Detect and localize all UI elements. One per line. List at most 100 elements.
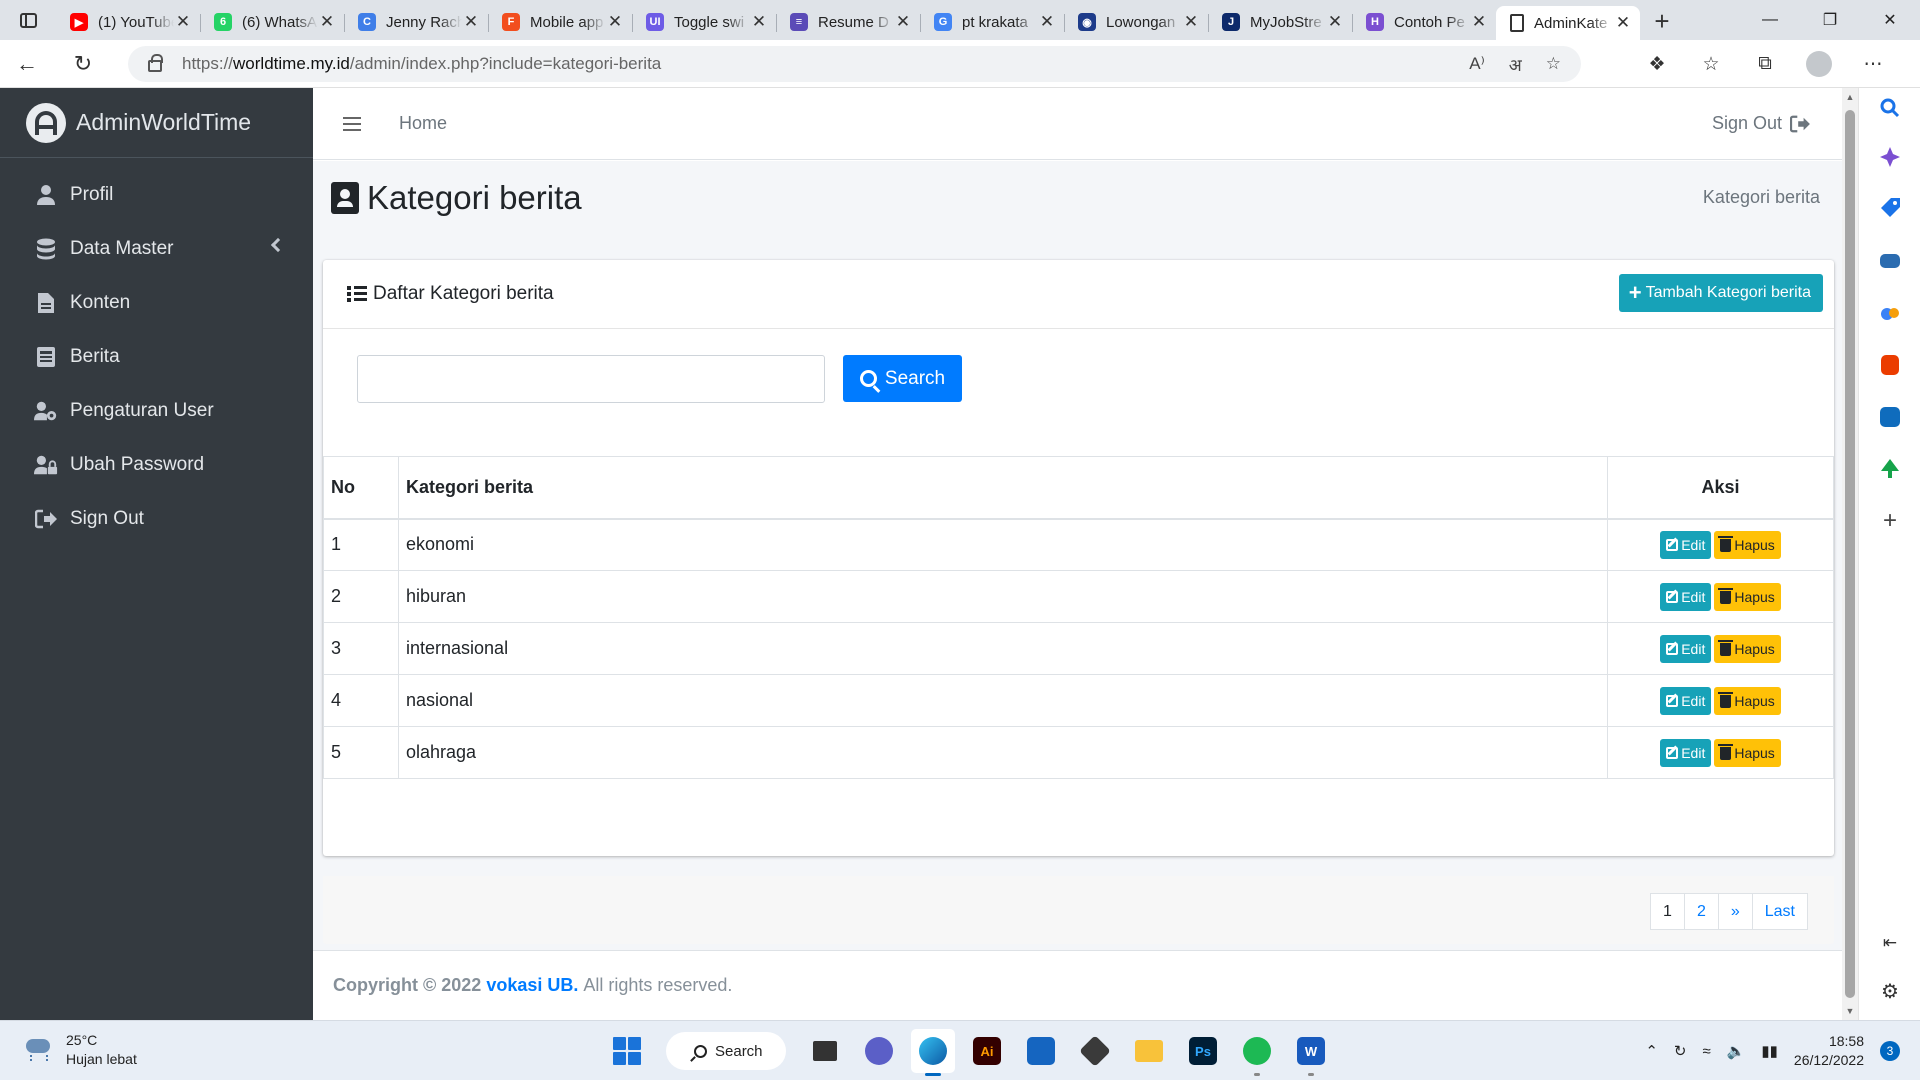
edit-button[interactable]: Edit	[1660, 530, 1712, 559]
outlook-icon[interactable]	[1859, 402, 1920, 432]
browser-tab[interactable]: ≡ Resume D ✕	[776, 6, 920, 38]
hide-sidebar-icon[interactable]: ⇤	[1859, 928, 1920, 958]
sidebar-item-berita[interactable]: Berita	[0, 330, 313, 384]
close-tab-icon[interactable]: ✕	[1326, 12, 1344, 32]
edit-button[interactable]: Edit	[1660, 738, 1712, 767]
browser-tab[interactable]: H Contoh Pe ✕	[1352, 6, 1496, 38]
close-tab-icon[interactable]: ✕	[750, 12, 768, 32]
scrollbar-thumb[interactable]	[1845, 110, 1855, 998]
store-icon[interactable]	[1019, 1029, 1063, 1073]
browser-tab[interactable]: ◉ Lowongan ✕	[1064, 6, 1208, 38]
sidebar-item-data-master[interactable]: Data Master	[0, 222, 313, 276]
word-icon[interactable]: W	[1289, 1029, 1333, 1076]
new-tab-button[interactable]: +	[1640, 6, 1684, 37]
maximize-button[interactable]: ❐	[1800, 0, 1860, 40]
drop-tree-icon[interactable]	[1859, 454, 1920, 484]
close-tab-icon[interactable]: ✕	[462, 12, 480, 32]
sync-icon[interactable]: ↻	[1674, 1042, 1687, 1060]
browser-tab[interactable]: J MyJobStre ✕	[1208, 6, 1352, 38]
close-tab-icon[interactable]: ✕	[606, 12, 624, 32]
file-explorer-icon[interactable]	[1127, 1029, 1171, 1073]
close-tab-icon[interactable]: ✕	[318, 12, 336, 32]
sidebar-settings-icon[interactable]: ⚙	[1859, 976, 1920, 1006]
edit-button[interactable]: Edit	[1660, 582, 1712, 611]
shopping-tag-icon[interactable]	[1859, 194, 1920, 224]
photoshop-icon[interactable]: Ps	[1181, 1029, 1225, 1073]
browser-tab[interactable]: UI Toggle swi ✕	[632, 6, 776, 38]
sidebar-item-ubah-password[interactable]: Ubah Password	[0, 438, 313, 492]
home-link[interactable]: Home	[399, 113, 447, 134]
add-sidebar-app-icon[interactable]: +	[1859, 506, 1920, 536]
spotify-icon[interactable]	[1235, 1029, 1279, 1076]
translate-icon[interactable]: अ	[1509, 53, 1522, 76]
delete-button[interactable]: Hapus	[1714, 634, 1781, 663]
page-scrollbar[interactable]: ▲ ▼	[1842, 88, 1858, 1020]
edge-search-icon[interactable]	[1859, 93, 1920, 123]
close-tab-icon[interactable]: ✕	[1614, 13, 1632, 33]
browser-tab[interactable]: ▯ AdminKate ✕	[1496, 6, 1640, 40]
delete-button[interactable]: Hapus	[1714, 738, 1781, 767]
tab-actions-button[interactable]	[0, 0, 56, 40]
close-window-button[interactable]: ✕	[1860, 0, 1920, 40]
url-field[interactable]: https://worldtime.my.id/admin/index.php?…	[128, 46, 1581, 82]
delete-button[interactable]: Hapus	[1714, 582, 1781, 611]
org-link[interactable]: vokasi UB.	[486, 975, 578, 996]
office-icon[interactable]	[1859, 350, 1920, 380]
browser-tab[interactable]: C Jenny Rach ✕	[344, 6, 488, 38]
close-tab-icon[interactable]: ✕	[1182, 12, 1200, 32]
minimize-button[interactable]: —	[1740, 0, 1800, 40]
more-menu-icon[interactable]: ⋯	[1846, 53, 1900, 76]
notification-badge[interactable]: 3	[1880, 1041, 1900, 1061]
search-button[interactable]: Search	[843, 355, 962, 402]
favorites-icon[interactable]: ☆	[1684, 53, 1738, 76]
clock[interactable]: 18:58 26/12/2022	[1794, 1032, 1864, 1070]
page-link-1[interactable]: 1	[1650, 893, 1685, 930]
search-input[interactable]	[357, 355, 825, 403]
sign-out-link[interactable]: Sign Out	[1712, 113, 1810, 134]
page-link-next[interactable]: »	[1717, 893, 1753, 930]
page-link-last[interactable]: Last	[1751, 893, 1808, 930]
add-category-button[interactable]: + Tambah Kategori berita	[1618, 274, 1823, 312]
chevron-up-icon[interactable]: ⌃	[1645, 1042, 1658, 1060]
tools-icon[interactable]	[1859, 246, 1920, 276]
battery-icon[interactable]: ▮▮	[1761, 1042, 1778, 1060]
browser-tab[interactable]: Gpt krakata ✕	[920, 6, 1064, 38]
sidebar-item-profil[interactable]: Profil	[0, 168, 313, 222]
scroll-up-icon[interactable]: ▲	[1845, 92, 1855, 102]
wifi-icon[interactable]: ≈	[1702, 1043, 1710, 1060]
back-button[interactable]: ←	[0, 40, 54, 88]
collections-icon[interactable]: ⧉	[1738, 53, 1792, 75]
add-favorite-icon[interactable]: ☆	[1546, 54, 1561, 74]
close-tab-icon[interactable]: ✕	[174, 12, 192, 32]
brand-link[interactable]: AdminWorldTime	[0, 88, 313, 158]
scroll-down-icon[interactable]: ▼	[1845, 1006, 1855, 1016]
close-tab-icon[interactable]: ✕	[1470, 12, 1488, 32]
delete-button[interactable]: Hapus	[1714, 686, 1781, 715]
sidebar-item-pengaturan-user[interactable]: Pengaturan User	[0, 384, 313, 438]
delete-button[interactable]: Hapus	[1714, 530, 1781, 559]
browser-tab[interactable]: 6 (6) WhatsApp✕	[200, 6, 344, 38]
profile-button[interactable]	[1792, 51, 1846, 77]
taskbar-search[interactable]: Search	[666, 1032, 786, 1070]
edge-taskbar-icon[interactable]	[911, 1029, 955, 1076]
close-tab-icon[interactable]: ✕	[1038, 12, 1056, 32]
close-tab-icon[interactable]: ✕	[894, 12, 912, 32]
reload-button[interactable]: ↻	[56, 40, 110, 88]
sidebar-item-konten[interactable]: Konten	[0, 276, 313, 330]
edit-button[interactable]: Edit	[1660, 634, 1712, 663]
task-view-button[interactable]	[803, 1029, 847, 1073]
games-icon[interactable]	[1859, 298, 1920, 328]
edit-button[interactable]: Edit	[1660, 686, 1712, 715]
read-aloud-icon[interactable]: A⁾	[1469, 54, 1485, 74]
copilot-icon[interactable]	[1859, 142, 1920, 172]
teams-chat-icon[interactable]	[857, 1029, 901, 1073]
menu-toggle-icon[interactable]	[343, 116, 361, 131]
extensions-icon[interactable]: ❖	[1630, 53, 1684, 76]
volume-icon[interactable]: 🔈	[1727, 1042, 1746, 1060]
weather-widget[interactable]: 25°C Hujan lebat	[20, 1031, 137, 1069]
browser-tab[interactable]: F Mobile app ✕	[488, 6, 632, 38]
start-button[interactable]	[605, 1029, 649, 1073]
browser-tab[interactable]: ▶ (1) YouTube ✕	[56, 6, 200, 38]
page-link-2[interactable]: 2	[1683, 893, 1719, 930]
sidebar-item-sign-out[interactable]: Sign Out	[0, 492, 313, 546]
